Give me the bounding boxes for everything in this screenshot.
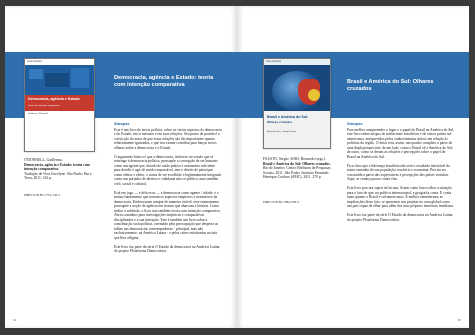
right-ref-title: Brasil e América do Sul: Olhares cruzado… xyxy=(263,161,331,166)
left-page-number: 14 xyxy=(13,318,17,322)
right-page: Brasil e América do Sul: Olhares cruzado… xyxy=(237,6,469,328)
right-paragraph-4: Este livro faz parte da série O Estado d… xyxy=(347,213,454,222)
right-paragraph-2: Fica claro que a liderança brasileira nã… xyxy=(347,163,450,182)
left-ref-title: Democracia, agência e Estado: teoria com… xyxy=(24,162,90,172)
left-ref-author: O'DONNELL, Guillermo. xyxy=(24,158,63,162)
left-page: Democracia, agência e Estado: teoria com… xyxy=(5,6,237,328)
left-paragraph-1: Este é um livro de teoria política, sobr… xyxy=(114,127,222,150)
right-cover-author: Bernardo Sorj · Sergio Fausto xyxy=(267,131,297,133)
left-cover-title: Democracia, agência e Estado xyxy=(28,97,80,101)
right-band-title: Brasil e América do Sul: Olhares cruzado… xyxy=(347,79,434,92)
right-synopsis-heading: Sinopse xyxy=(347,121,363,126)
left-paragraph-3: Está em jogo — e dela ecoa — a democraci… xyxy=(114,190,221,240)
right-bib-reference: FAUSTO, Sergio; SORJ, Bernardo (orgs.). … xyxy=(263,157,337,180)
left-bib-reference: O'DONNELL, Guillermo. Democracia, agênci… xyxy=(24,158,98,181)
left-cover-photo xyxy=(25,65,94,95)
right-cover-globe-area xyxy=(264,65,330,111)
right-book-cover[interactable]: Série Estudos Brasil e América do Sul: O… xyxy=(263,58,331,149)
book-spread: Democracia, agência e Estado: teoria com… xyxy=(5,6,470,328)
right-page-number: 15 xyxy=(457,318,461,322)
left-ref-publisher: Tradução de Vera Joscelyne. São Paulo: P… xyxy=(24,171,92,181)
brazil-highlight xyxy=(308,89,320,101)
left-paragraph-2: O argumento básico é que a democracia, i… xyxy=(114,154,222,186)
left-synopsis-heading: Sinopse xyxy=(114,121,130,126)
right-ref-author: FAUSTO, Sergio; SORJ, Bernardo (orgs.). xyxy=(263,157,327,161)
right-paragraph-3: Este livro procura suprir tal lacuna. As… xyxy=(347,186,455,208)
right-cover-subtitle: Olhares cruzados xyxy=(267,120,293,124)
right-synopsis: Sinopse Para melhor compreender o lugar … xyxy=(347,121,455,227)
right-paragraph-1: Para melhor compreender o lugar e o pape… xyxy=(347,127,455,159)
right-ref-publisher: Rio de Janeiro: Centro Edelstein de Pesq… xyxy=(263,166,331,180)
left-book-cover[interactable]: Série Estudos Democracia, agência e Esta… xyxy=(24,58,95,152)
left-synopsis: Sinopse Este é um livro de teoria políti… xyxy=(114,121,222,258)
left-isbn: ISBN: 978-85-7753-145-5 xyxy=(24,193,61,197)
right-cover-title: Brasil e América do Sul: xyxy=(267,115,309,119)
right-isbn: ISBN: 978-85-7982-059-5 xyxy=(263,200,300,204)
left-cover-author: Guillermo O'Donnell xyxy=(28,113,48,115)
left-band-title: Democracia, agência e Estado: teoria com… xyxy=(114,75,214,88)
left-paragraph-4: Este livro faz parte da série O Estado d… xyxy=(114,244,221,254)
left-cover-subtitle: teoria com intenção comparativa xyxy=(28,105,60,107)
